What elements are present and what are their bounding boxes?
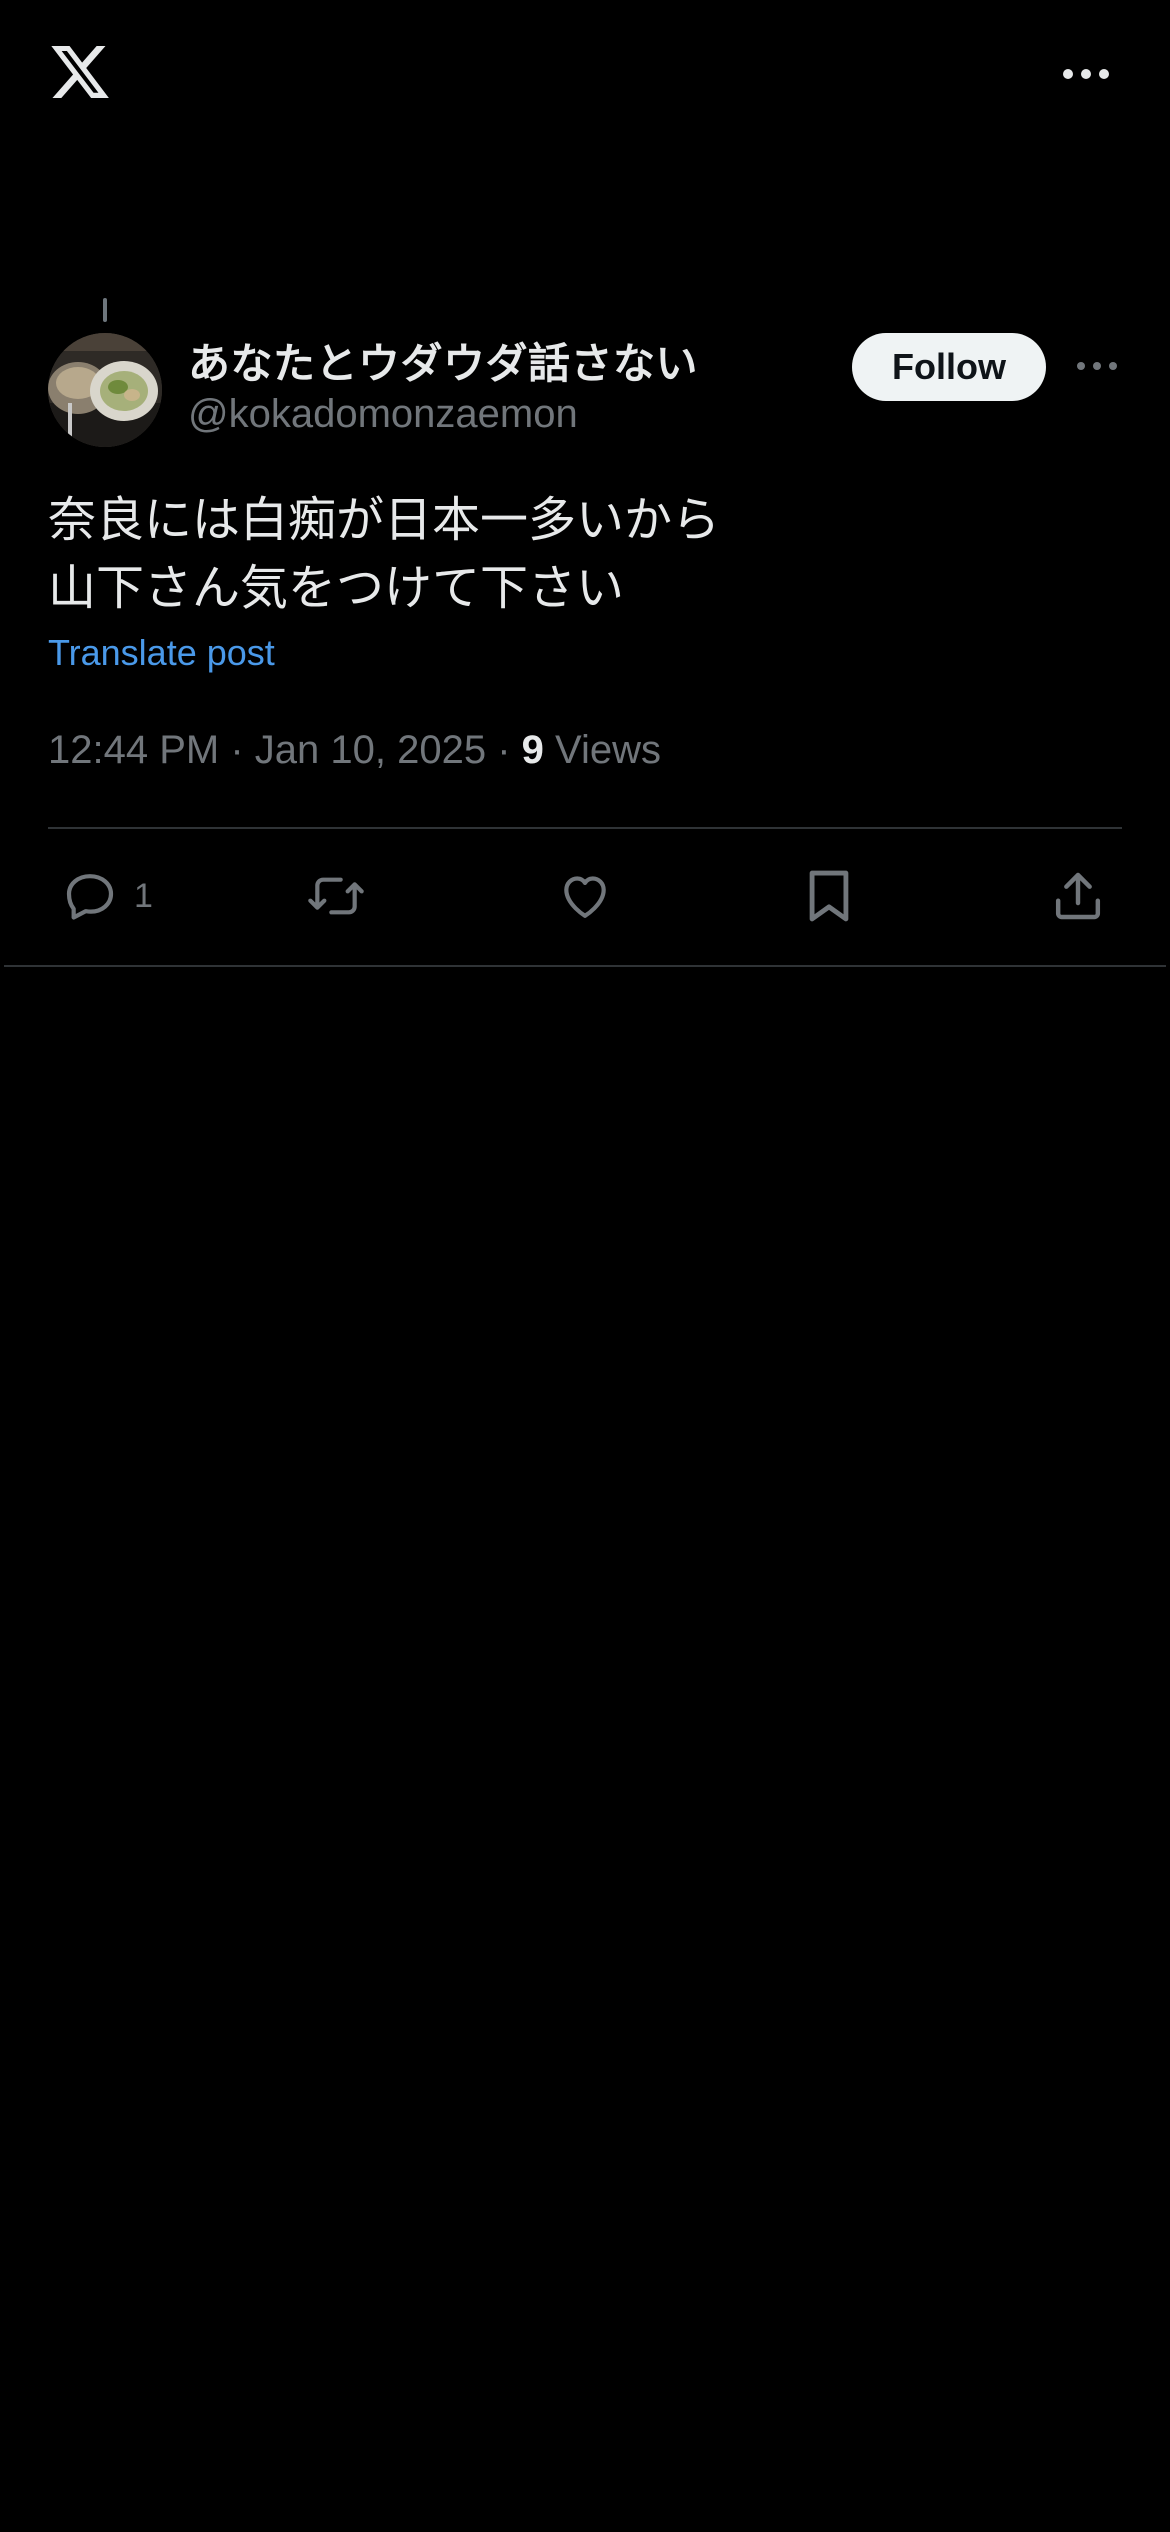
views-label: Views <box>543 728 661 772</box>
user-handle[interactable]: @kokadomonzaemon <box>188 392 578 437</box>
post-time[interactable]: 12:44 PM <box>48 728 219 772</box>
more-horizontal-icon[interactable] <box>1062 62 1110 86</box>
reply-icon <box>66 874 114 920</box>
top-bar <box>0 0 1170 150</box>
divider <box>48 827 1122 829</box>
repost-button[interactable] <box>304 860 368 932</box>
follow-button[interactable]: Follow <box>852 333 1046 401</box>
translate-post-link[interactable]: Translate post <box>48 632 275 674</box>
heart-icon <box>564 876 606 918</box>
meta-separator: · <box>219 728 255 772</box>
like-button[interactable] <box>556 860 614 932</box>
share-icon <box>1055 872 1101 920</box>
x-logo-icon[interactable] <box>46 40 114 104</box>
post-text-line: 山下さん気をつけて下さい <box>48 560 625 616</box>
post-text: 奈良には白痴が日本一多いから 山下さん気をつけて下さい <box>48 486 1122 622</box>
post-more-icon[interactable] <box>1076 356 1118 376</box>
avatar[interactable] <box>48 333 162 447</box>
meta-separator: · <box>486 728 522 772</box>
reply-count: 1 <box>134 876 153 915</box>
post-meta: 12:44 PM · Jan 10, 2025 · 9 Views <box>48 728 661 773</box>
display-name[interactable]: あなたとウダウダ話さない <box>188 330 698 391</box>
divider <box>4 965 1166 967</box>
views-count[interactable]: 9 <box>522 728 544 772</box>
post-date[interactable]: Jan 10, 2025 <box>255 728 486 772</box>
repost-icon <box>308 877 364 915</box>
action-bar: 1 <box>0 860 1170 932</box>
thread-connector-line <box>103 298 107 322</box>
post-text-line: 奈良には白痴が日本一多いから <box>48 492 721 548</box>
bookmark-icon <box>809 870 849 922</box>
avatar-food-photo <box>48 333 162 447</box>
share-button[interactable] <box>1050 860 1106 932</box>
reply-button[interactable]: 1 <box>62 860 153 932</box>
bookmark-button[interactable] <box>804 860 854 932</box>
